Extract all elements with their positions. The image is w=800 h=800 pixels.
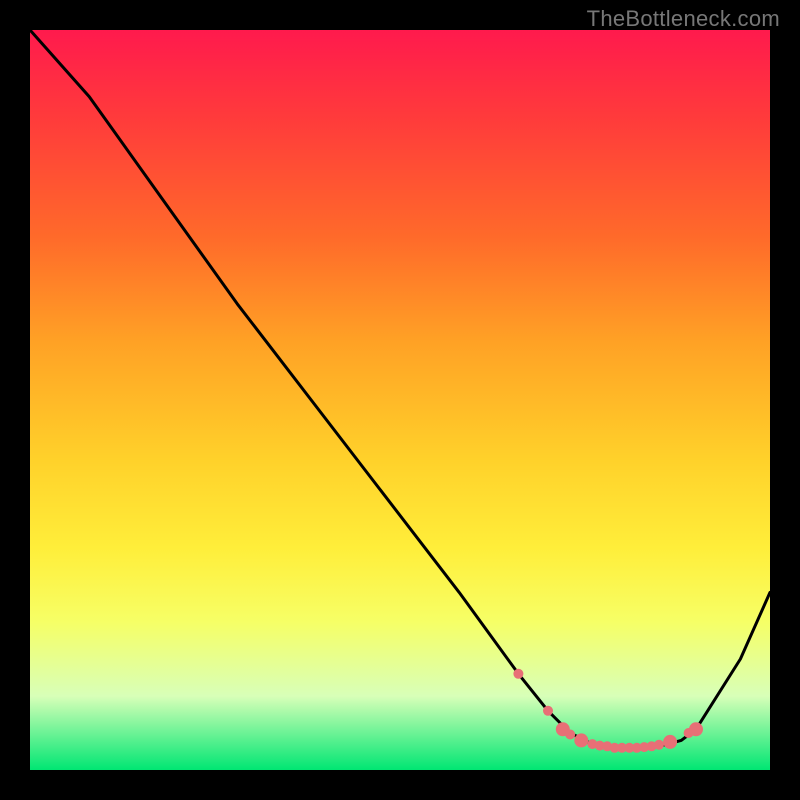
highlight-dot xyxy=(574,733,588,747)
highlight-dot xyxy=(513,669,523,679)
highlight-dot xyxy=(565,730,575,740)
highlight-dot xyxy=(689,722,703,736)
chart-frame: TheBottleneck.com xyxy=(0,0,800,800)
highlight-dot xyxy=(663,735,677,749)
highlight-dot xyxy=(654,740,664,750)
bottleneck-curve xyxy=(30,30,770,748)
watermark-text: TheBottleneck.com xyxy=(587,6,780,32)
highlight-dots xyxy=(513,669,703,753)
curve-layer xyxy=(30,30,770,770)
highlight-dot xyxy=(543,706,553,716)
plot-area xyxy=(30,30,770,770)
